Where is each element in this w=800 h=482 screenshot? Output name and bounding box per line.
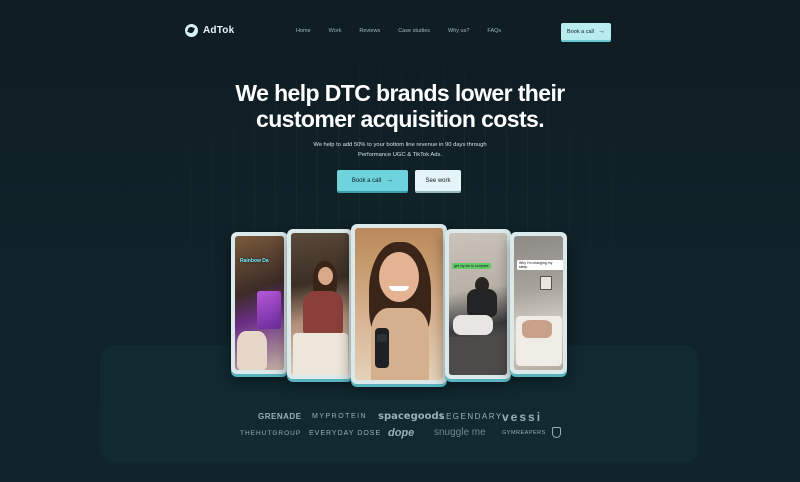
video-card-2[interactable] [287,229,353,379]
video-thumbnail [291,233,349,375]
sofa [449,337,507,375]
person-face [318,267,333,285]
video-thumbnail: get my fav to compare [449,233,507,375]
brand-logo-snuggle-me: snuggle me [434,427,486,438]
see-work-label: See work [425,177,451,184]
video-caption: Rainbow Da [240,258,269,264]
smile [389,286,409,291]
brand-name: AdTok [203,25,235,36]
arrow-right-icon: → [597,28,605,35]
page: AdTok Home Work Reviews Case studies Why… [0,0,800,482]
gymreapers-shield-icon [552,427,561,438]
nav-why-us[interactable]: Why us? [448,28,469,34]
video-caption: Why I'm changing my sleep [517,260,563,270]
brand-logo-legendary: LEGENDARY [440,412,503,421]
video-card-4[interactable]: get my fav to compare [445,229,511,379]
hero-subtitle: We help to add 50% to your bottom line r… [313,142,487,158]
product-pouch-image [257,291,281,329]
nav-work[interactable]: Work [329,28,342,34]
person-body [467,289,497,317]
video-card-5[interactable]: Why I'm changing my sleep [510,232,567,374]
brand-logo-spacegoods: spacegoods [378,411,445,422]
person-legs [453,315,493,335]
see-work-button[interactable]: See work [415,170,461,191]
supplement-bottle-image [375,328,389,368]
nav-case-studies[interactable]: Case studies [398,28,430,34]
brand-logo-everyday-dose: EVERYDAY DOSE [309,430,382,437]
wall-frame [540,276,552,290]
video-card-3-featured[interactable] [351,224,447,384]
brand-logo-gymreapers: GYMREAPERS [502,430,546,436]
person-face [379,252,419,302]
brand-logo-dope: dope [388,427,415,439]
arrow-right-icon: → [386,177,394,184]
hand-image [237,331,267,370]
video-card-1[interactable]: Rainbow Da [231,232,288,374]
hero-title: We help DTC brands lower their customer … [235,80,565,132]
adtok-logo-icon [185,24,198,37]
nav-reviews[interactable]: Reviews [359,28,380,34]
person-body [303,291,343,336]
person-body [522,320,552,338]
video-thumbnail [355,228,443,380]
brand-logo-vessi: vessi [502,410,543,424]
brand-logo[interactable]: AdTok [185,24,234,37]
bed-sheet [293,333,348,375]
video-thumbnail: Why I'm changing my sleep [514,236,563,370]
header-book-call-button[interactable]: Book a call → [561,23,611,40]
brand-logo-myprotein: MYPROTEIN [312,413,368,420]
hero-book-call-button[interactable]: Book a call → [337,170,408,191]
hero-book-call-label: Book a call [351,177,382,184]
site-header: AdTok Home Work Reviews Case studies Why… [0,0,800,64]
main-nav: Home Work Reviews Case studies Why us? F… [296,28,501,34]
video-thumbnail: Rainbow Da [235,236,284,370]
brand-logo-thehutgroup: THEHUTGROUP [240,430,302,437]
nav-home[interactable]: Home [296,28,311,34]
header-book-call-label: Book a call [567,28,594,35]
nav-faqs[interactable]: FAQs [487,28,501,34]
video-caption: get my fav to compare [452,263,491,269]
brand-logo-grenade: GRENADE [258,412,302,421]
